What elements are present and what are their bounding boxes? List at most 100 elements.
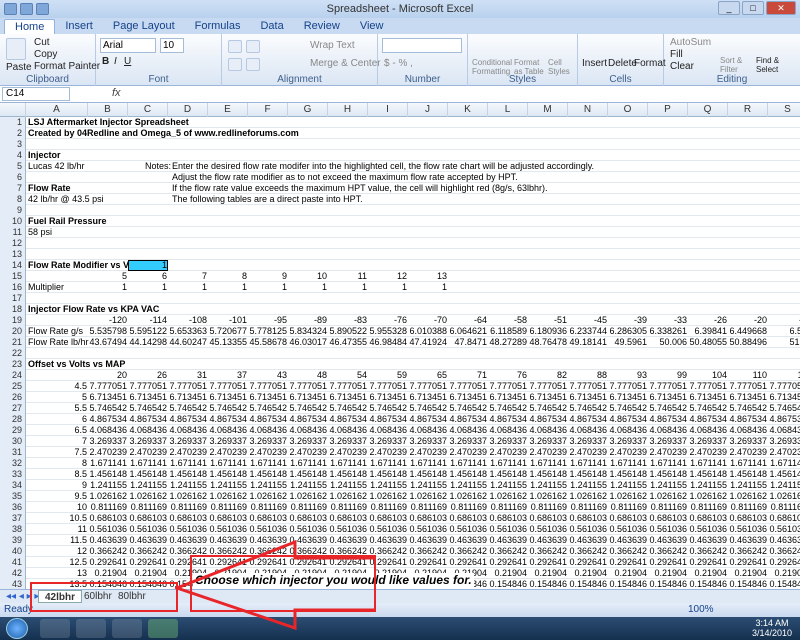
volts-cell[interactable]: 11 bbox=[328, 271, 368, 282]
offset-cell[interactable]: 7.777051 bbox=[768, 381, 800, 392]
offset-cell[interactable]: 1.026162 bbox=[128, 491, 168, 502]
volts-cell[interactable]: 7 bbox=[168, 271, 208, 282]
offset-cell[interactable]: 1.241155 bbox=[168, 480, 208, 491]
offset-cell[interactable]: 1.026162 bbox=[648, 491, 688, 502]
column-header[interactable]: E bbox=[208, 103, 248, 117]
gs-cell[interactable]: 5.595122 bbox=[128, 326, 168, 337]
zoom-level[interactable]: 100% bbox=[688, 603, 714, 617]
column-header[interactable]: B bbox=[88, 103, 128, 117]
offset-cell[interactable]: 2.470239 bbox=[88, 447, 128, 458]
row-header[interactable]: 9 bbox=[0, 205, 26, 216]
offset-cell[interactable]: 0.463639 bbox=[408, 535, 448, 546]
offset-cell[interactable]: 0.366242 bbox=[408, 546, 448, 557]
multiplier-cell[interactable]: 1 bbox=[368, 282, 408, 293]
offset-cell[interactable]: 0.366242 bbox=[688, 546, 728, 557]
offset-cell[interactable]: 4.068436 bbox=[168, 425, 208, 436]
offset-cell[interactable]: 5.746542 bbox=[768, 403, 800, 414]
tab-home[interactable]: Home bbox=[4, 19, 56, 34]
offset-cell[interactable]: 4.068436 bbox=[88, 425, 128, 436]
lb-cell[interactable]: 46.47355 bbox=[328, 337, 368, 348]
map-cell[interactable]: 65 bbox=[408, 370, 448, 381]
kpa-cell[interactable]: -114 bbox=[128, 315, 168, 326]
offset-cell[interactable]: 0.811169 bbox=[128, 502, 168, 513]
offset-cell[interactable]: 0.21904 bbox=[728, 568, 768, 579]
lb-cell[interactable]: 46.03017 bbox=[288, 337, 328, 348]
volts-cell[interactable]: 12 bbox=[368, 271, 408, 282]
tab-view[interactable]: View bbox=[350, 19, 394, 34]
offset-cell[interactable]: 0.463639 bbox=[368, 535, 408, 546]
offset-cell[interactable]: 0.686103 bbox=[248, 513, 288, 524]
gs-cell[interactable]: 5.653363 bbox=[168, 326, 208, 337]
offset-cell[interactable]: 6.713451 bbox=[728, 392, 768, 403]
offset-cell[interactable]: 1.456148 bbox=[88, 469, 128, 480]
offset-cell[interactable]: 3.269337 bbox=[608, 436, 648, 447]
row-header[interactable]: 28 bbox=[0, 414, 26, 425]
volts-cell[interactable]: 6 bbox=[128, 271, 168, 282]
offset-cell[interactable]: 6.713451 bbox=[528, 392, 568, 403]
gs-cell[interactable]: 6.50 bbox=[768, 326, 800, 337]
offset-cell[interactable]: 4.867534 bbox=[368, 414, 408, 425]
align-left-icon[interactable] bbox=[228, 58, 242, 71]
offset-cell[interactable]: 0.463639 bbox=[328, 535, 368, 546]
offset-cell[interactable]: 0.463639 bbox=[688, 535, 728, 546]
column-header[interactable]: N bbox=[568, 103, 608, 117]
offset-cell[interactable]: 7.777051 bbox=[168, 381, 208, 392]
offset-cell[interactable]: 0.686103 bbox=[728, 513, 768, 524]
chrome-icon[interactable] bbox=[40, 619, 70, 638]
offset-cell[interactable]: 4.867534 bbox=[488, 414, 528, 425]
sort-filter-button[interactable]: Sort & Filter bbox=[720, 56, 754, 74]
offset-cell[interactable]: 1.026162 bbox=[608, 491, 648, 502]
offset-cell[interactable]: 1.241155 bbox=[448, 480, 488, 491]
column-header[interactable]: G bbox=[288, 103, 328, 117]
lb-cell[interactable]: 48.27289 bbox=[488, 337, 528, 348]
offset-cell[interactable]: 0.292641 bbox=[448, 557, 488, 568]
offset-cell[interactable]: 5.746542 bbox=[168, 403, 208, 414]
offset-cell[interactable]: 5.746542 bbox=[688, 403, 728, 414]
kpa-cell[interactable]: -89 bbox=[288, 315, 328, 326]
offset-cell[interactable]: 2.470239 bbox=[168, 447, 208, 458]
row-header[interactable]: 7 bbox=[0, 183, 26, 194]
offset-cell[interactable]: 2.470239 bbox=[608, 447, 648, 458]
column-header[interactable]: F bbox=[248, 103, 288, 117]
lb-cell[interactable]: 49.5961 bbox=[608, 337, 648, 348]
volts-cell[interactable]: 10 bbox=[288, 271, 328, 282]
offset-cell[interactable]: 1.671141 bbox=[488, 458, 528, 469]
offset-cell[interactable]: 3.269337 bbox=[568, 436, 608, 447]
offset-cell[interactable]: 4.068436 bbox=[408, 425, 448, 436]
offset-cell[interactable]: 1.671141 bbox=[528, 458, 568, 469]
offset-cell[interactable]: 5.746542 bbox=[368, 403, 408, 414]
offset-cell[interactable]: 0.154846 bbox=[728, 579, 768, 589]
column-header[interactable]: J bbox=[408, 103, 448, 117]
offset-cell[interactable]: 0.686103 bbox=[488, 513, 528, 524]
tab-insert[interactable]: Insert bbox=[55, 19, 103, 34]
map-cell[interactable]: 26 bbox=[128, 370, 168, 381]
gs-cell[interactable]: 6.338261 bbox=[648, 326, 688, 337]
offset-cell[interactable]: 7.777051 bbox=[408, 381, 448, 392]
row-header[interactable]: 8 bbox=[0, 194, 26, 205]
offset-cell[interactable]: 0.561036 bbox=[608, 524, 648, 535]
lb-cell[interactable]: 44.14298 bbox=[128, 337, 168, 348]
offset-cell[interactable]: 6.713451 bbox=[648, 392, 688, 403]
offset-cell[interactable]: 0.686103 bbox=[448, 513, 488, 524]
offset-cell[interactable]: 0.154846 bbox=[688, 579, 728, 589]
gs-cell[interactable]: 6.449668 bbox=[728, 326, 768, 337]
row-header[interactable]: 43 bbox=[0, 579, 26, 589]
offset-cell[interactable]: 6.713451 bbox=[688, 392, 728, 403]
tab-formulas[interactable]: Formulas bbox=[185, 19, 251, 34]
row-header[interactable]: 31 bbox=[0, 447, 26, 458]
offset-cell[interactable]: 0.154846 bbox=[488, 579, 528, 589]
offset-cell[interactable]: 0.686103 bbox=[368, 513, 408, 524]
row-header[interactable]: 19 bbox=[0, 315, 26, 326]
autosum-button[interactable]: AutoSum bbox=[670, 37, 711, 48]
offset-cell[interactable]: 1.026162 bbox=[288, 491, 328, 502]
offset-cell[interactable]: 0.561036 bbox=[768, 524, 800, 535]
offset-cell[interactable]: 4.068436 bbox=[128, 425, 168, 436]
multiplier-cell[interactable]: 1 bbox=[408, 282, 448, 293]
offset-cell[interactable]: 1.026162 bbox=[728, 491, 768, 502]
offset-cell[interactable]: 0.561036 bbox=[168, 524, 208, 535]
align-center-icon[interactable] bbox=[246, 58, 260, 71]
offset-cell[interactable]: 1.241155 bbox=[88, 480, 128, 491]
offset-cell[interactable]: 6.713451 bbox=[568, 392, 608, 403]
tab-review[interactable]: Review bbox=[294, 19, 350, 34]
row-header[interactable]: 40 bbox=[0, 546, 26, 557]
